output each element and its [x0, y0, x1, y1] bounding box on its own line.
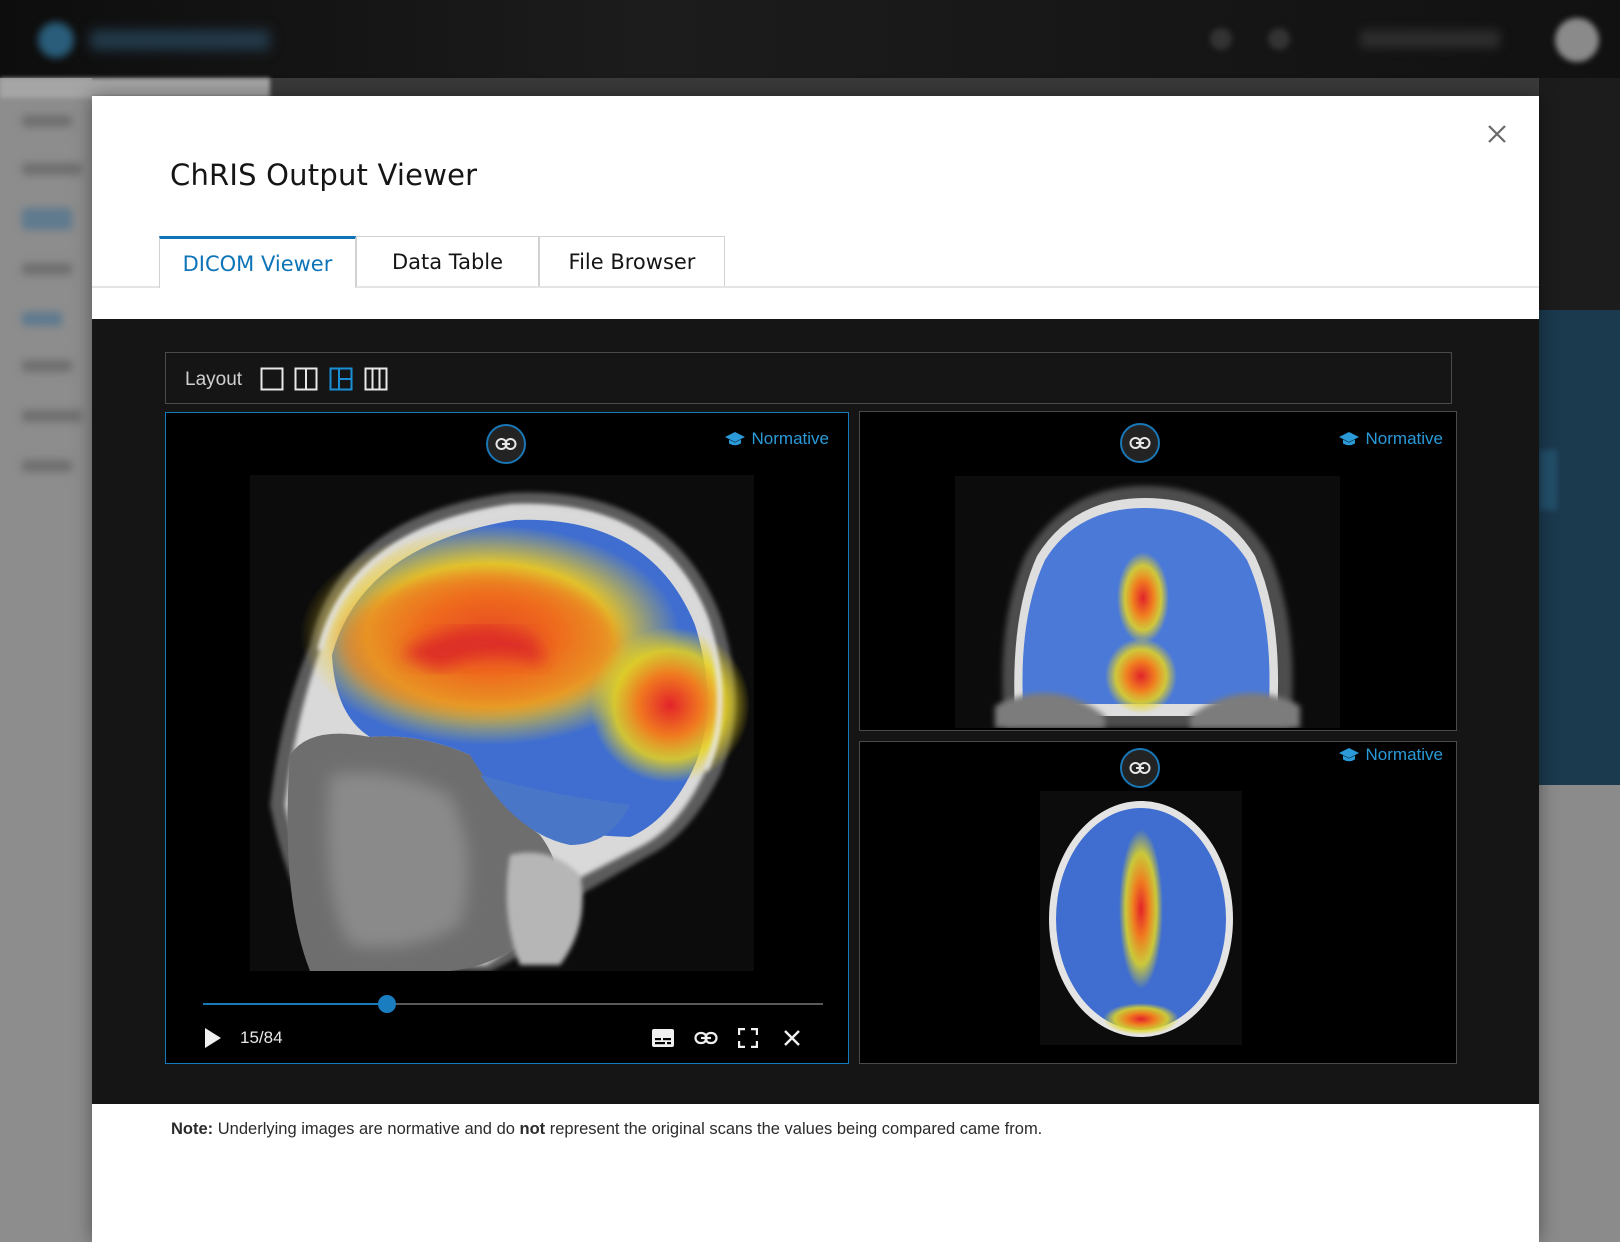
one-plus-two-icon [329, 367, 353, 391]
background-right-blue-panel [1539, 310, 1620, 785]
tab-data-table[interactable]: Data Table [356, 236, 539, 286]
background-right-blue-item [1539, 450, 1557, 510]
dicom-viewer-area: Layout Normative 15/84 Normative Normati… [92, 319, 1539, 1104]
background-right-header [1539, 78, 1620, 310]
coronal-scan-image [955, 476, 1340, 728]
layout-single-button[interactable] [260, 367, 284, 391]
tab-label: File Browser [568, 249, 696, 274]
graduation-cap-icon [1338, 432, 1359, 446]
frame-scrubber[interactable] [203, 994, 823, 1014]
normative-badge[interactable]: Normative [1338, 745, 1443, 765]
layout-toolbar: Layout [165, 352, 1452, 404]
frame-counter: 15/84 [240, 1028, 283, 1047]
note-emphasis: not [519, 1120, 546, 1138]
tab-label: DICOM Viewer [182, 251, 333, 276]
axial-scan-image [1040, 791, 1242, 1045]
background-sidebar-item [22, 115, 72, 127]
link-icon [1129, 437, 1151, 449]
layout-one-plus-two-button[interactable] [329, 367, 353, 391]
scrubber-handle[interactable] [377, 995, 396, 1013]
captions-button[interactable] [651, 1027, 675, 1049]
normative-label: Normative [751, 429, 829, 448]
background-sidebar-item [22, 208, 72, 230]
background-logo-icon [38, 22, 74, 58]
link-button[interactable] [693, 1027, 719, 1049]
fullscreen-button[interactable] [737, 1027, 759, 1049]
tab-file-browser[interactable]: File Browser [539, 236, 725, 286]
close-icon [1488, 125, 1506, 143]
fullscreen-icon [738, 1028, 758, 1048]
normative-note: Note: Underlying images are normative an… [171, 1120, 1042, 1139]
background-sidebar-item [22, 460, 72, 472]
background-sidebar-item [22, 312, 62, 326]
layout-three-column-button[interactable] [364, 367, 388, 391]
normative-label: Normative [1365, 745, 1443, 764]
background-help-icon [1210, 28, 1232, 50]
viewport-sagittal[interactable]: Normative 15/84 [165, 412, 849, 1064]
link-viewport-button[interactable] [1120, 748, 1160, 788]
output-viewer-modal: ChRIS Output Viewer DICOM Viewer Data Ta… [92, 96, 1539, 1242]
background-app-header [0, 0, 1620, 78]
normative-badge[interactable]: Normative [1338, 429, 1443, 449]
sagittal-scan-image [250, 475, 754, 971]
close-viewport-button[interactable] [781, 1027, 803, 1049]
close-icon [784, 1030, 800, 1046]
background-tabstrip [0, 78, 270, 98]
link-icon [1129, 762, 1151, 774]
background-avatar [1555, 18, 1599, 62]
captions-icon [652, 1029, 674, 1047]
modal-title: ChRIS Output Viewer [170, 158, 478, 192]
graduation-cap-icon [724, 432, 745, 446]
modal-close-button[interactable] [1483, 120, 1511, 148]
link-viewport-button[interactable] [486, 424, 526, 464]
link-icon [694, 1031, 718, 1045]
note-label: Note: [171, 1120, 214, 1138]
scrubber-progress [203, 1003, 387, 1005]
viewport-coronal[interactable]: Normative [859, 411, 1457, 731]
layout-label: Layout [185, 369, 243, 390]
two-column-icon [294, 367, 318, 391]
background-user-name [1360, 30, 1500, 48]
background-sidebar-item [22, 410, 82, 422]
background-sidebar-item [22, 360, 72, 372]
tab-label: Data Table [391, 249, 504, 274]
background-logo-text [90, 30, 270, 50]
layout-two-column-button[interactable] [294, 367, 318, 391]
background-sidebar-item [22, 263, 72, 275]
background-gear-icon [1268, 28, 1290, 50]
normative-label: Normative [1365, 429, 1443, 448]
link-icon [495, 438, 517, 450]
link-viewport-button[interactable] [1120, 423, 1160, 463]
play-icon [205, 1028, 221, 1048]
tab-dicom-viewer[interactable]: DICOM Viewer [159, 236, 356, 288]
single-pane-icon [260, 367, 284, 391]
viewer-tabs: DICOM Viewer Data Table File Browser [92, 236, 1539, 288]
background-sidebar-item [22, 163, 82, 175]
viewport-axial[interactable]: Normative [859, 741, 1457, 1064]
background-sidebar [0, 78, 92, 1242]
play-button[interactable] [202, 1027, 224, 1049]
graduation-cap-icon [1338, 748, 1359, 762]
note-text-before: Underlying images are normative and do [213, 1120, 520, 1138]
three-column-icon [364, 367, 388, 391]
note-text-after: represent the original scans the values … [545, 1120, 1043, 1138]
normative-badge[interactable]: Normative [724, 429, 829, 449]
